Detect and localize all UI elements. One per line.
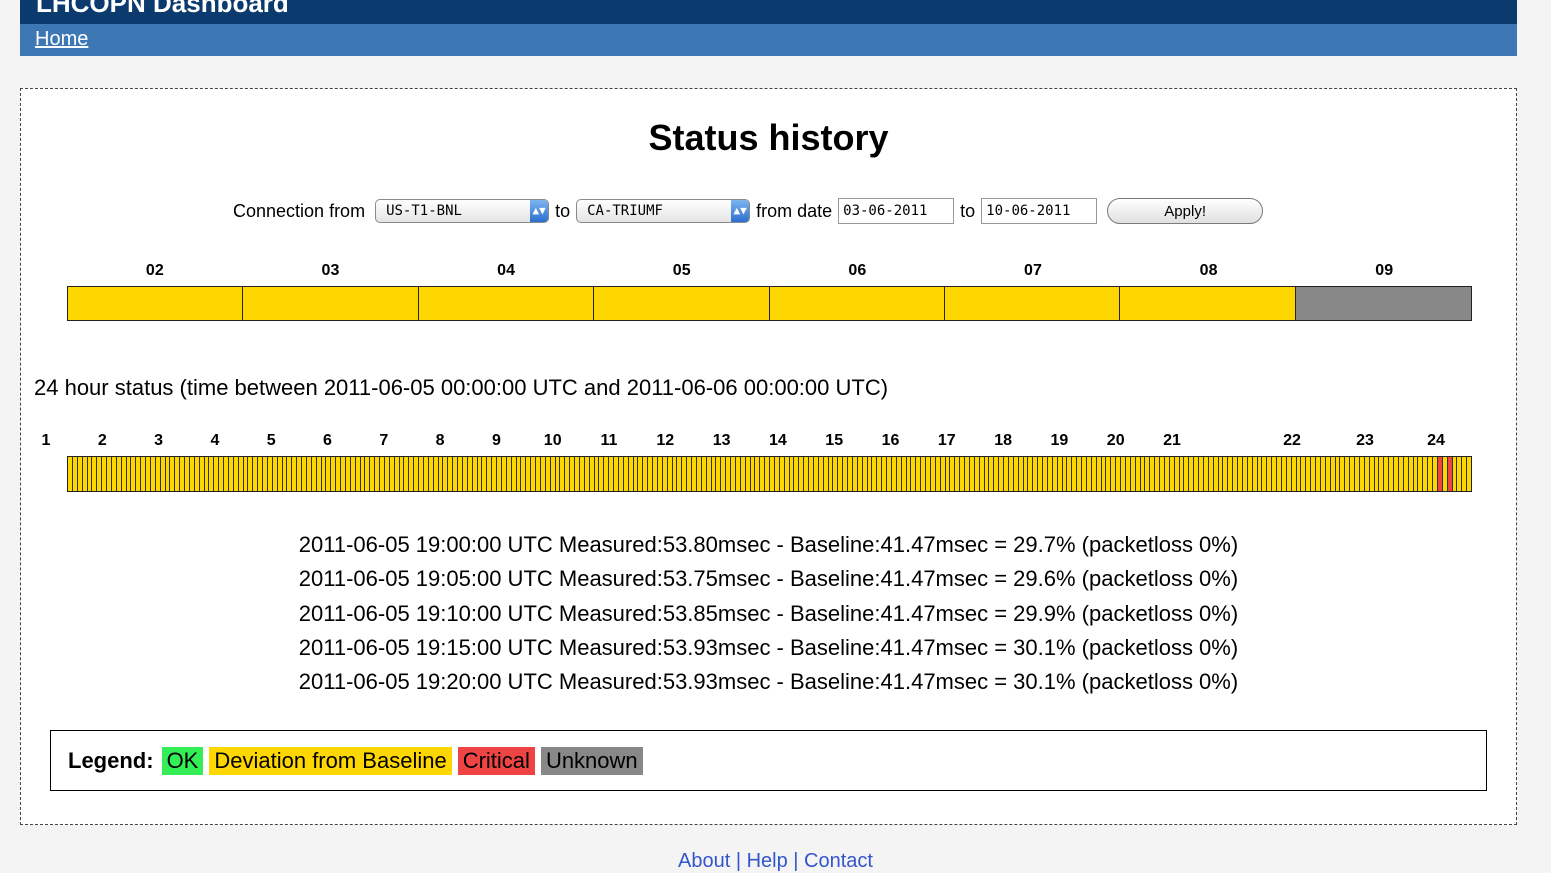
to-site-select[interactable]: CA-TRIUMF ▲▼ xyxy=(576,199,751,223)
hour-label: 13 xyxy=(712,432,731,449)
to-date-label: to xyxy=(960,200,976,221)
interval-status-cell[interactable] xyxy=(1467,457,1471,491)
day-status-cell[interactable] xyxy=(1295,287,1471,320)
day-label: 09 xyxy=(1375,262,1394,279)
hour-label: 1 xyxy=(41,432,51,449)
hour-label: 6 xyxy=(323,432,332,449)
day-label: 06 xyxy=(848,262,867,279)
day-status-title: 24 hour status (time between 2011-06-05 … xyxy=(34,375,889,400)
legend-deviation: Deviation from Baseline xyxy=(209,747,452,775)
measurement-row: 2011-06-05 19:05:00 UTC Measured:53.75ms… xyxy=(298,566,1239,592)
hour-label: 8 xyxy=(435,432,445,449)
day-status-cell[interactable] xyxy=(944,287,1121,320)
day-status-cell[interactable] xyxy=(1120,287,1296,320)
top-header-bar: LHCOPN Dashboard xyxy=(20,0,1517,24)
hour-label: 2 xyxy=(97,432,107,449)
legend-critical: Critical xyxy=(457,747,535,775)
hour-label: 23 xyxy=(1356,432,1374,449)
hour-label: 19 xyxy=(1050,432,1069,449)
measurement-row: 2011-06-05 19:00:00 UTC Measured:53.80ms… xyxy=(298,532,1239,557)
hour-label: 5 xyxy=(266,432,276,449)
hour-label: 18 xyxy=(994,432,1012,449)
daily-status-bar xyxy=(67,456,1472,492)
end-date-input[interactable] xyxy=(981,198,1098,224)
main-content: Status history Connection from US-T1-BNL… xyxy=(20,88,1517,825)
app-title: LHCOPN Dashboard xyxy=(36,0,289,18)
hour-label: 21 xyxy=(1163,432,1181,449)
day-label: 04 xyxy=(497,262,515,279)
day-labels: 02 03 04 05 06 07 08 09 xyxy=(21,262,1516,282)
hour-label: 22 xyxy=(1283,432,1301,449)
day-label: 05 xyxy=(672,262,691,279)
hour-label: 14 xyxy=(768,432,787,449)
day-status-cell[interactable] xyxy=(769,287,945,320)
hour-label: 20 xyxy=(1106,432,1125,449)
start-date-input[interactable] xyxy=(838,198,955,224)
day-label: 08 xyxy=(1199,262,1218,279)
legend-unknown: Unknown xyxy=(540,747,643,775)
hour-label: 15 xyxy=(825,432,844,449)
nav-bar: Home xyxy=(20,24,1517,56)
day-label: 02 xyxy=(145,262,164,279)
home-link[interactable]: Home xyxy=(35,28,88,51)
day-status-cell[interactable] xyxy=(243,287,419,320)
measurement-row: 2011-06-05 19:10:00 UTC Measured:53.85ms… xyxy=(298,600,1239,626)
footer-links[interactable]: About | Help | Contact xyxy=(0,850,1551,873)
measurement-list: 2011-06-05 19:00:00 UTC Measured:53.80ms… xyxy=(21,528,1516,699)
legend-label: Legend: xyxy=(68,748,154,773)
measurement-row: 2011-06-05 19:15:00 UTC Measured:53.93ms… xyxy=(298,634,1239,660)
hour-label: 7 xyxy=(379,432,389,449)
page-title: Status history xyxy=(648,117,889,158)
select-arrows-icon: ▲▼ xyxy=(530,200,549,222)
legend-ok: OK xyxy=(161,747,204,775)
hour-label: 24 xyxy=(1427,432,1445,449)
hour-labels: 1 2 3 4 5 6 7 8 9 10 11 12 13 14 15 16 17 18 19 20 21 22 23 24 xyxy=(21,432,1516,452)
to-site-value: CA-TRIUMF xyxy=(587,203,663,219)
day-status-cell[interactable] xyxy=(594,287,770,320)
hour-label: 17 xyxy=(937,432,956,449)
filter-bar: Connection from US-T1-BNL ▲▼ to CA-TRIUM… xyxy=(227,196,1347,226)
day-label: 03 xyxy=(321,262,340,279)
hour-label: 10 xyxy=(543,432,562,449)
hour-label: 4 xyxy=(210,432,220,449)
from-date-label: from date xyxy=(756,200,833,221)
day-label: 07 xyxy=(1024,262,1042,279)
weekly-status-bar xyxy=(67,286,1472,321)
hour-label: 9 xyxy=(491,432,501,449)
day-status-cell[interactable] xyxy=(68,287,244,320)
hour-label: 12 xyxy=(656,432,675,449)
hour-label: 16 xyxy=(881,432,900,449)
connection-from-label: Connection from xyxy=(233,200,366,221)
to-label: to xyxy=(555,200,571,221)
hour-label: 11 xyxy=(600,432,618,449)
select-arrows-icon: ▲▼ xyxy=(731,200,750,222)
from-site-value: US-T1-BNL xyxy=(386,203,462,219)
measurement-row: 2011-06-05 19:20:00 UTC Measured:53.93ms… xyxy=(298,669,1239,695)
day-status-cell[interactable] xyxy=(418,287,595,320)
apply-button[interactable]: Apply! xyxy=(1107,198,1264,224)
from-site-select[interactable]: US-T1-BNL ▲▼ xyxy=(375,199,550,223)
legend-box: Legend: OK Deviation from Baseline Criti… xyxy=(50,730,1487,791)
hour-label: 3 xyxy=(154,432,164,449)
